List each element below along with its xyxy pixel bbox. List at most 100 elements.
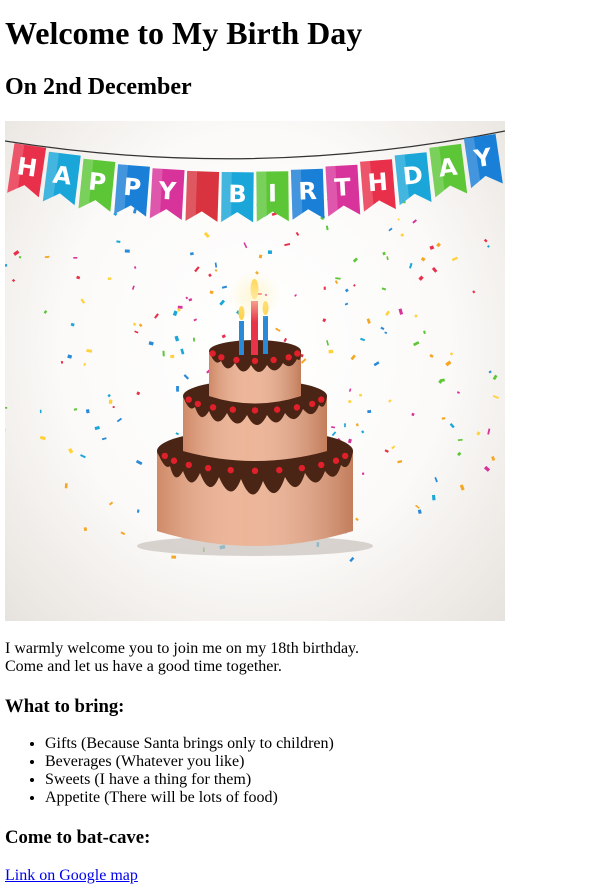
banner-flag: D — [394, 152, 432, 206]
list-item: Beverages (Whatever you like) — [45, 753, 565, 771]
cake-berry — [161, 452, 169, 460]
list-item: Appetite (There will be lots of food) — [45, 789, 565, 807]
confetti-piece — [64, 483, 68, 489]
confetti-piece — [456, 391, 460, 394]
cake-berry — [251, 357, 259, 365]
confetti-piece — [283, 337, 288, 343]
confetti-piece — [294, 293, 297, 297]
banner-flag — [185, 170, 220, 222]
confetti-piece — [76, 275, 81, 280]
confetti-piece — [80, 298, 86, 304]
confetti-piece — [44, 255, 50, 259]
confetti-piece — [385, 310, 391, 316]
confetti-piece — [11, 278, 16, 283]
cake-berry — [276, 466, 283, 474]
confetti-piece — [334, 280, 339, 285]
what-to-bring-heading: What to bring: — [5, 696, 125, 717]
confetti-piece — [384, 331, 388, 335]
confetti-piece — [108, 399, 113, 404]
confetti-piece — [429, 353, 434, 359]
confetti-piece — [120, 531, 126, 536]
cake-berry — [233, 356, 240, 364]
cake-berry — [332, 457, 340, 464]
confetti-piece — [138, 323, 143, 328]
confetti-piece — [429, 245, 435, 250]
confetti-piece — [355, 517, 359, 522]
confetti-piece — [116, 417, 123, 423]
confetti-piece — [112, 405, 115, 409]
page-subtitle: On 2nd December — [5, 74, 192, 100]
confetti-piece — [411, 412, 415, 417]
confetti-piece — [171, 555, 177, 559]
confetti-piece — [434, 477, 438, 483]
confetti-piece — [418, 275, 424, 281]
confetti-piece — [172, 310, 178, 317]
confetti-piece — [353, 284, 356, 287]
confetti-piece — [326, 340, 330, 346]
confetti-piece — [188, 298, 193, 302]
confetti-piece — [344, 302, 349, 306]
banner-letter: H — [15, 152, 39, 183]
banner-letter: R — [298, 177, 317, 206]
confetti-piece — [68, 447, 74, 454]
confetti-piece — [414, 314, 418, 318]
confetti-piece — [209, 290, 214, 295]
confetti-piece — [344, 288, 349, 293]
confetti-piece — [360, 337, 366, 342]
banner-letter: B — [228, 180, 247, 208]
confetti-piece — [83, 527, 88, 532]
cake-berry — [170, 457, 178, 464]
confetti-piece — [491, 456, 496, 461]
confetti-piece — [362, 472, 365, 475]
birthday-illustration: HAPPYBIRTHDAY — [5, 130, 505, 563]
confetti-piece — [366, 318, 371, 324]
confetti-piece — [284, 243, 291, 247]
banner-flag: H — [7, 143, 47, 198]
confetti-piece — [214, 269, 218, 272]
confetti-piece — [39, 435, 46, 441]
confetti-piece — [459, 484, 465, 491]
confetti-piece — [134, 330, 139, 334]
confetti-piece — [136, 391, 141, 396]
confetti-piece — [148, 341, 154, 346]
banner-letter: A — [51, 160, 73, 190]
confetti-piece — [5, 428, 6, 432]
cake-berry — [270, 356, 277, 364]
confetti-piece — [194, 266, 200, 273]
confetti-piece — [170, 354, 175, 359]
confetti-piece — [487, 244, 490, 248]
confetti-piece — [39, 409, 42, 414]
confetti-piece — [133, 266, 137, 269]
confetti-piece — [116, 240, 121, 243]
list-item: Gifts (Because Santa brings only to chil… — [45, 735, 565, 753]
confetti-piece — [417, 509, 422, 515]
confetti-piece — [132, 322, 137, 326]
confetti-piece — [214, 262, 218, 268]
cake-berry — [273, 406, 281, 413]
banner-letter: H — [367, 168, 389, 197]
confetti-piece — [108, 501, 114, 506]
cake-berry — [251, 407, 259, 414]
confetti-piece — [445, 360, 452, 367]
cake-berry — [209, 350, 216, 357]
banner-flag: B — [221, 171, 254, 223]
confetti-piece — [457, 451, 462, 457]
cake-berry — [298, 464, 306, 472]
confetti-piece — [5, 406, 8, 409]
confetti-piece — [162, 350, 165, 357]
cake-berry — [185, 461, 192, 469]
confetti-piece — [367, 409, 372, 414]
google-map-link[interactable]: Link on Google map — [5, 867, 138, 885]
confetti-piece — [85, 409, 90, 414]
cake-berry — [294, 350, 301, 357]
confetti-piece — [43, 310, 48, 314]
confetti-piece — [431, 494, 436, 501]
confetti-piece — [483, 238, 488, 243]
confetti-piece — [388, 399, 392, 403]
cake-berry — [185, 396, 192, 403]
confetti-piece — [193, 318, 198, 322]
confetti-piece — [355, 423, 359, 427]
confetti-piece — [397, 218, 400, 221]
cake-berry — [293, 404, 301, 411]
confetti-piece — [183, 374, 190, 380]
